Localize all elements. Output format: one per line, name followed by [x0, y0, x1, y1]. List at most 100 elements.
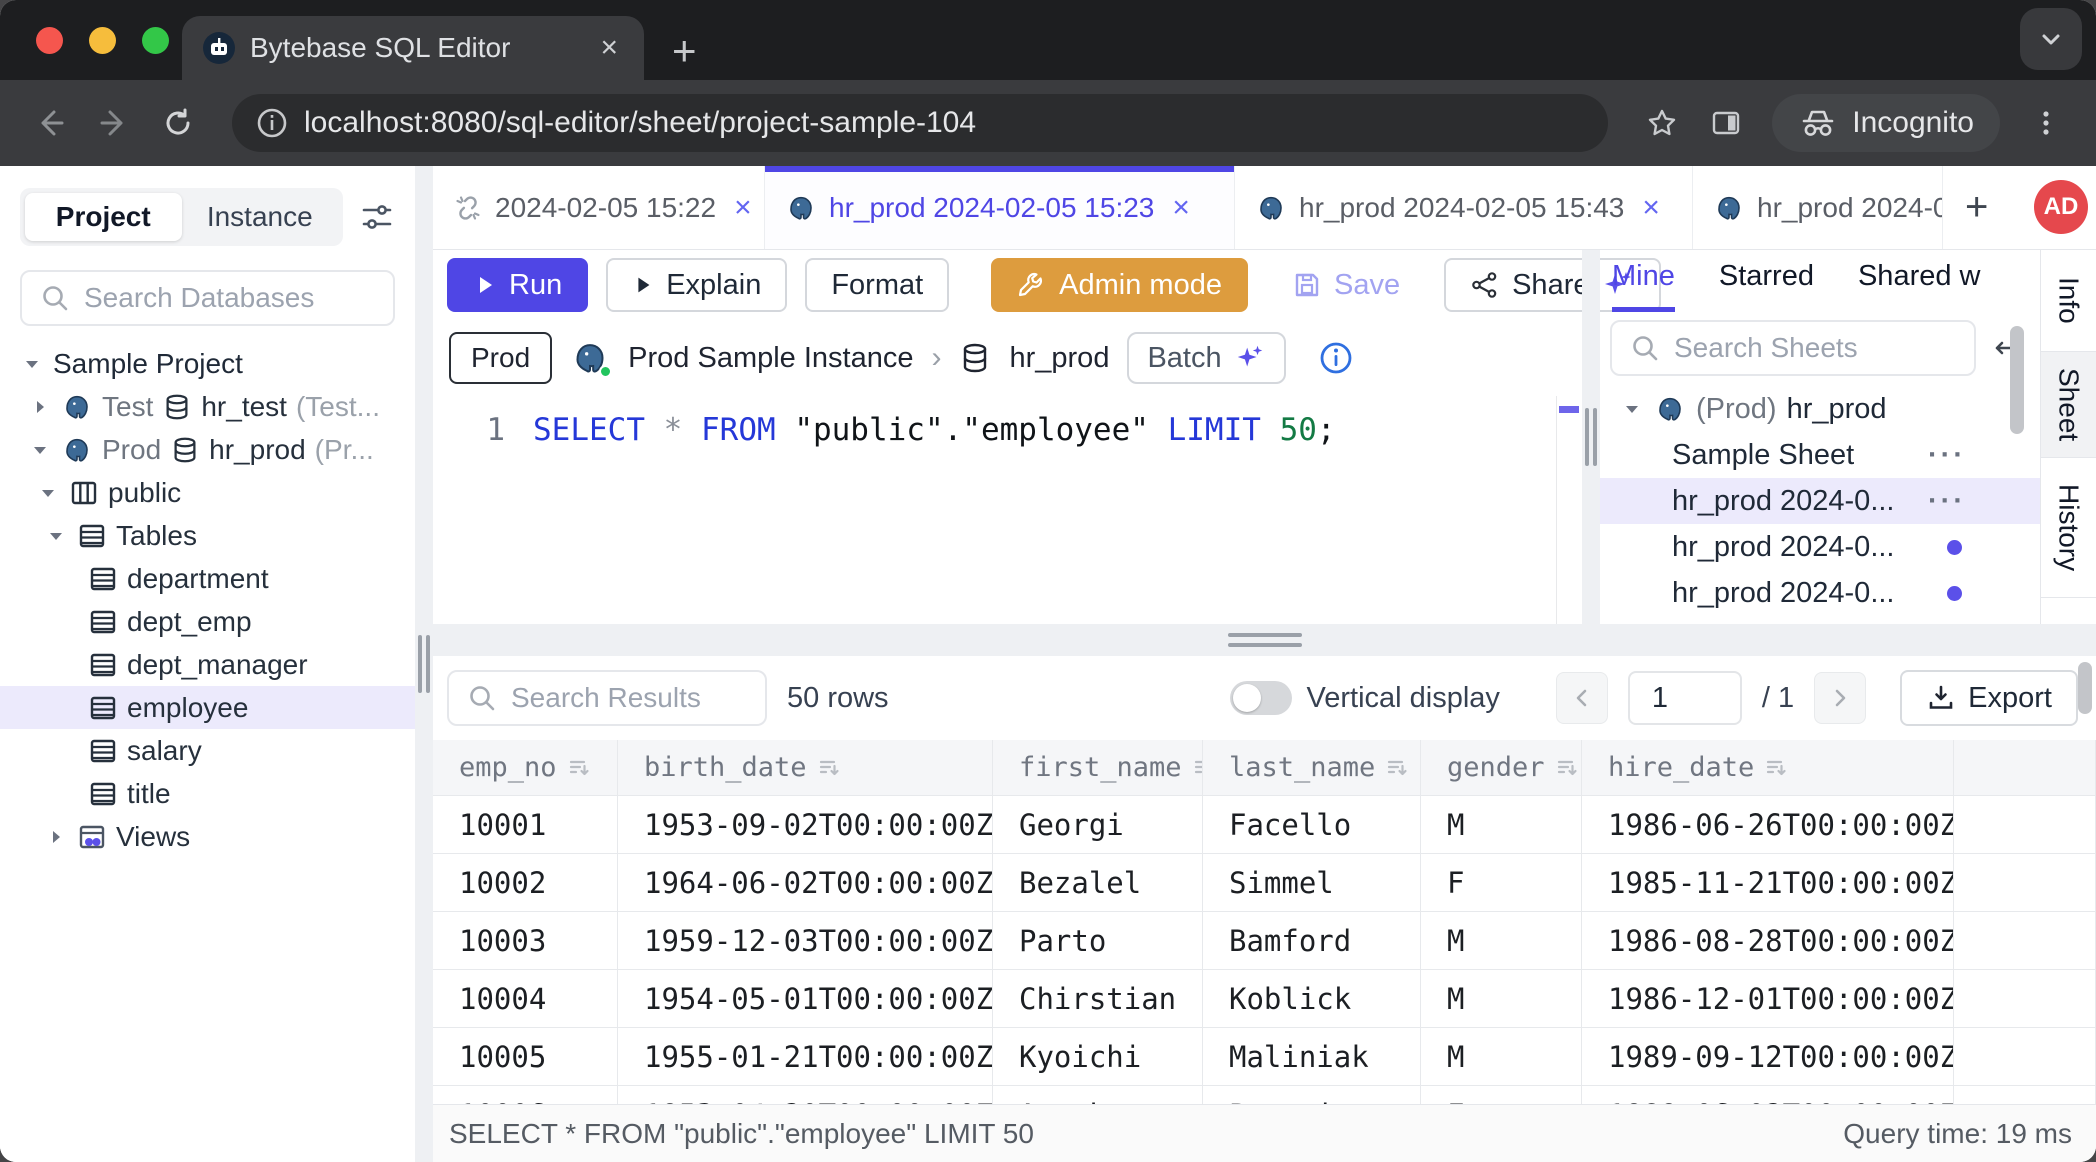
rail-tab-sheet[interactable]: Sheet — [2041, 352, 2096, 458]
table-cell[interactable]: F — [1421, 1086, 1582, 1104]
new-browser-tab-button[interactable]: + — [672, 30, 697, 72]
sort-icon[interactable] — [1385, 756, 1409, 780]
tab-shared-with-me[interactable]: Shared w — [1858, 260, 1981, 312]
table-cell[interactable]: 1986-12-01T00:00:00Z — [1582, 970, 1954, 1027]
prev-page-button[interactable] — [1556, 672, 1608, 724]
column-header-hire_date[interactable]: hire_date — [1582, 740, 1954, 795]
table-cell[interactable]: Georgi — [993, 796, 1203, 853]
run-button[interactable]: Run — [447, 258, 588, 312]
sheet-tab-4[interactable]: hr_prod 2024-0 — [1693, 166, 1943, 249]
column-header-birth_date[interactable]: birth_date — [618, 740, 993, 795]
table-row-1[interactable]: 100011953-09-02T00:00:00ZGeorgiFacelloM1… — [433, 796, 2096, 854]
table-cell[interactable]: 1986-08-28T00:00:00Z — [1582, 912, 1954, 969]
table-cell[interactable]: 10004 — [433, 970, 618, 1027]
table-row-5[interactable]: 100051955-01-21T00:00:00ZKyoichiMaliniak… — [433, 1028, 2096, 1086]
tree-item-public[interactable]: public — [0, 471, 415, 514]
info-icon[interactable] — [1318, 340, 1354, 376]
table-cell[interactable]: Simmel — [1203, 854, 1421, 911]
export-button[interactable]: Export — [1900, 670, 2078, 726]
table-cell[interactable]: 1989-06-02T00:00:00Z — [1582, 1086, 1954, 1104]
sheet-tab-3[interactable]: hr_prod 2024-02-05 15:43× — [1235, 166, 1693, 249]
table-cell[interactable]: Bezalel — [993, 854, 1203, 911]
tree-item-hr-test[interactable]: Testhr_test(Test... — [0, 385, 415, 428]
reload-button[interactable] — [150, 95, 206, 151]
tree-item-dept-emp[interactable]: dept_emp — [0, 600, 415, 643]
table-cell[interactable]: 1964-06-02T00:00:00Z — [618, 854, 993, 911]
environment-chip[interactable]: Prod — [449, 332, 552, 384]
rail-tab-info[interactable]: Info — [2041, 250, 2096, 352]
table-cell[interactable]: Chirstian — [993, 970, 1203, 1027]
tab-instance[interactable]: Instance — [182, 193, 339, 241]
vertical-display-toggle[interactable] — [1230, 681, 1292, 715]
window-controls[interactable] — [36, 27, 169, 54]
sheet-tab-2[interactable]: hr_prod 2024-02-05 15:23× — [765, 166, 1235, 249]
column-header-emp_no[interactable]: emp_no — [433, 740, 618, 795]
table-cell[interactable]: 1955-01-21T00:00:00Z — [618, 1028, 993, 1085]
next-page-button[interactable] — [1814, 672, 1866, 724]
table-cell[interactable]: 1959-12-03T00:00:00Z — [618, 912, 993, 969]
tree-item-tables[interactable]: Tables — [0, 514, 415, 557]
sql-code-editor[interactable]: 1 SELECT * FROM "public"."employee" LIMI… — [433, 396, 1582, 624]
close-sheet-tab-icon[interactable]: × — [1172, 191, 1190, 225]
table-row-4[interactable]: 100041954-05-01T00:00:00ZChirstianKoblic… — [433, 970, 2096, 1028]
table-cell[interactable]: 1953-04-20T00:00:00Z — [618, 1086, 993, 1104]
table-cell[interactable]: Koblick — [1203, 970, 1421, 1027]
table-cell[interactable]: Bamford — [1203, 912, 1421, 969]
sidebar-resize-handle[interactable] — [415, 166, 433, 1162]
sort-icon[interactable] — [567, 756, 591, 780]
table-cell[interactable]: 10002 — [433, 854, 618, 911]
sheet-list-item-2[interactable]: hr_prod 2024-0...··· — [1600, 478, 2040, 524]
table-cell[interactable]: 10006 — [433, 1086, 618, 1104]
table-row-6[interactable]: 100061953-04-20T00:00:00ZAnnekePreusigF1… — [433, 1086, 2096, 1104]
filter-settings-icon[interactable] — [359, 199, 395, 235]
sheet-list-item-1[interactable]: Sample Sheet··· — [1600, 432, 2040, 478]
side-panel-button[interactable] — [1698, 95, 1754, 151]
back-button[interactable] — [22, 95, 78, 151]
sheet-tab-1[interactable]: 2024-02-05 15:22× — [433, 166, 765, 249]
table-cell[interactable]: M — [1421, 1028, 1582, 1085]
table-cell[interactable]: F — [1421, 854, 1582, 911]
table-cell[interactable]: Anneke — [993, 1086, 1203, 1104]
tree-item-views[interactable]: Views — [0, 815, 415, 858]
tree-item-sample-project[interactable]: Sample Project — [0, 342, 415, 385]
sheet-list-item-4[interactable]: hr_prod 2024-0... — [1600, 570, 2040, 616]
search-sheets-input[interactable]: Search Sheets — [1610, 320, 1976, 376]
table-cell[interactable]: 10005 — [433, 1028, 618, 1085]
tree-item-employee[interactable]: employee — [0, 686, 415, 729]
forward-button[interactable] — [86, 95, 142, 151]
explain-button[interactable]: Explain — [606, 258, 787, 312]
table-cell[interactable]: M — [1421, 970, 1582, 1027]
tree-item-title[interactable]: title — [0, 772, 415, 815]
table-cell[interactable]: 10001 — [433, 796, 618, 853]
editor-overview-ruler[interactable] — [1556, 396, 1582, 624]
minimize-window-button[interactable] — [89, 27, 116, 54]
close-sheet-tab-icon[interactable]: × — [1642, 191, 1660, 225]
column-header-first_name[interactable]: first_name — [993, 740, 1203, 795]
table-cell[interactable]: 1989-09-12T00:00:00Z — [1582, 1028, 1954, 1085]
save-button[interactable]: Save — [1266, 258, 1426, 312]
bookmark-button[interactable] — [1634, 95, 1690, 151]
browser-tab[interactable]: Bytebase SQL Editor × — [182, 16, 644, 80]
tree-item-salary[interactable]: salary — [0, 729, 415, 772]
database-name[interactable]: hr_prod — [1009, 342, 1109, 375]
close-tab-icon[interactable]: × — [594, 31, 624, 65]
close-window-button[interactable] — [36, 27, 63, 54]
search-results-input[interactable]: Search Results — [447, 670, 767, 726]
browser-menu-button[interactable] — [2018, 95, 2074, 151]
tree-item-hr-prod[interactable]: Prodhr_prod(Pr... — [0, 428, 415, 471]
sheet-list-item-3[interactable]: hr_prod 2024-0... — [1600, 524, 2040, 570]
sheet-menu-icon[interactable]: ··· — [1928, 485, 1966, 518]
page-number-input[interactable]: 1 — [1628, 671, 1742, 725]
sheet-group-header[interactable]: (Prod)hr_prod — [1600, 386, 2040, 432]
table-row-2[interactable]: 100021964-06-02T00:00:00ZBezalelSimmelF1… — [433, 854, 2096, 912]
rail-tab-history[interactable]: History — [2041, 458, 2096, 598]
tab-starred[interactable]: Starred — [1719, 260, 1814, 312]
table-cell[interactable]: Facello — [1203, 796, 1421, 853]
table-cell[interactable]: M — [1421, 796, 1582, 853]
results-resize-handle[interactable] — [433, 624, 2096, 656]
table-cell[interactable]: 1986-06-26T00:00:00Z — [1582, 796, 1954, 853]
table-cell[interactable]: 1953-09-02T00:00:00Z — [618, 796, 993, 853]
zoom-window-button[interactable] — [142, 27, 169, 54]
batch-button[interactable]: Batch — [1127, 332, 1285, 384]
table-cell[interactable]: M — [1421, 912, 1582, 969]
